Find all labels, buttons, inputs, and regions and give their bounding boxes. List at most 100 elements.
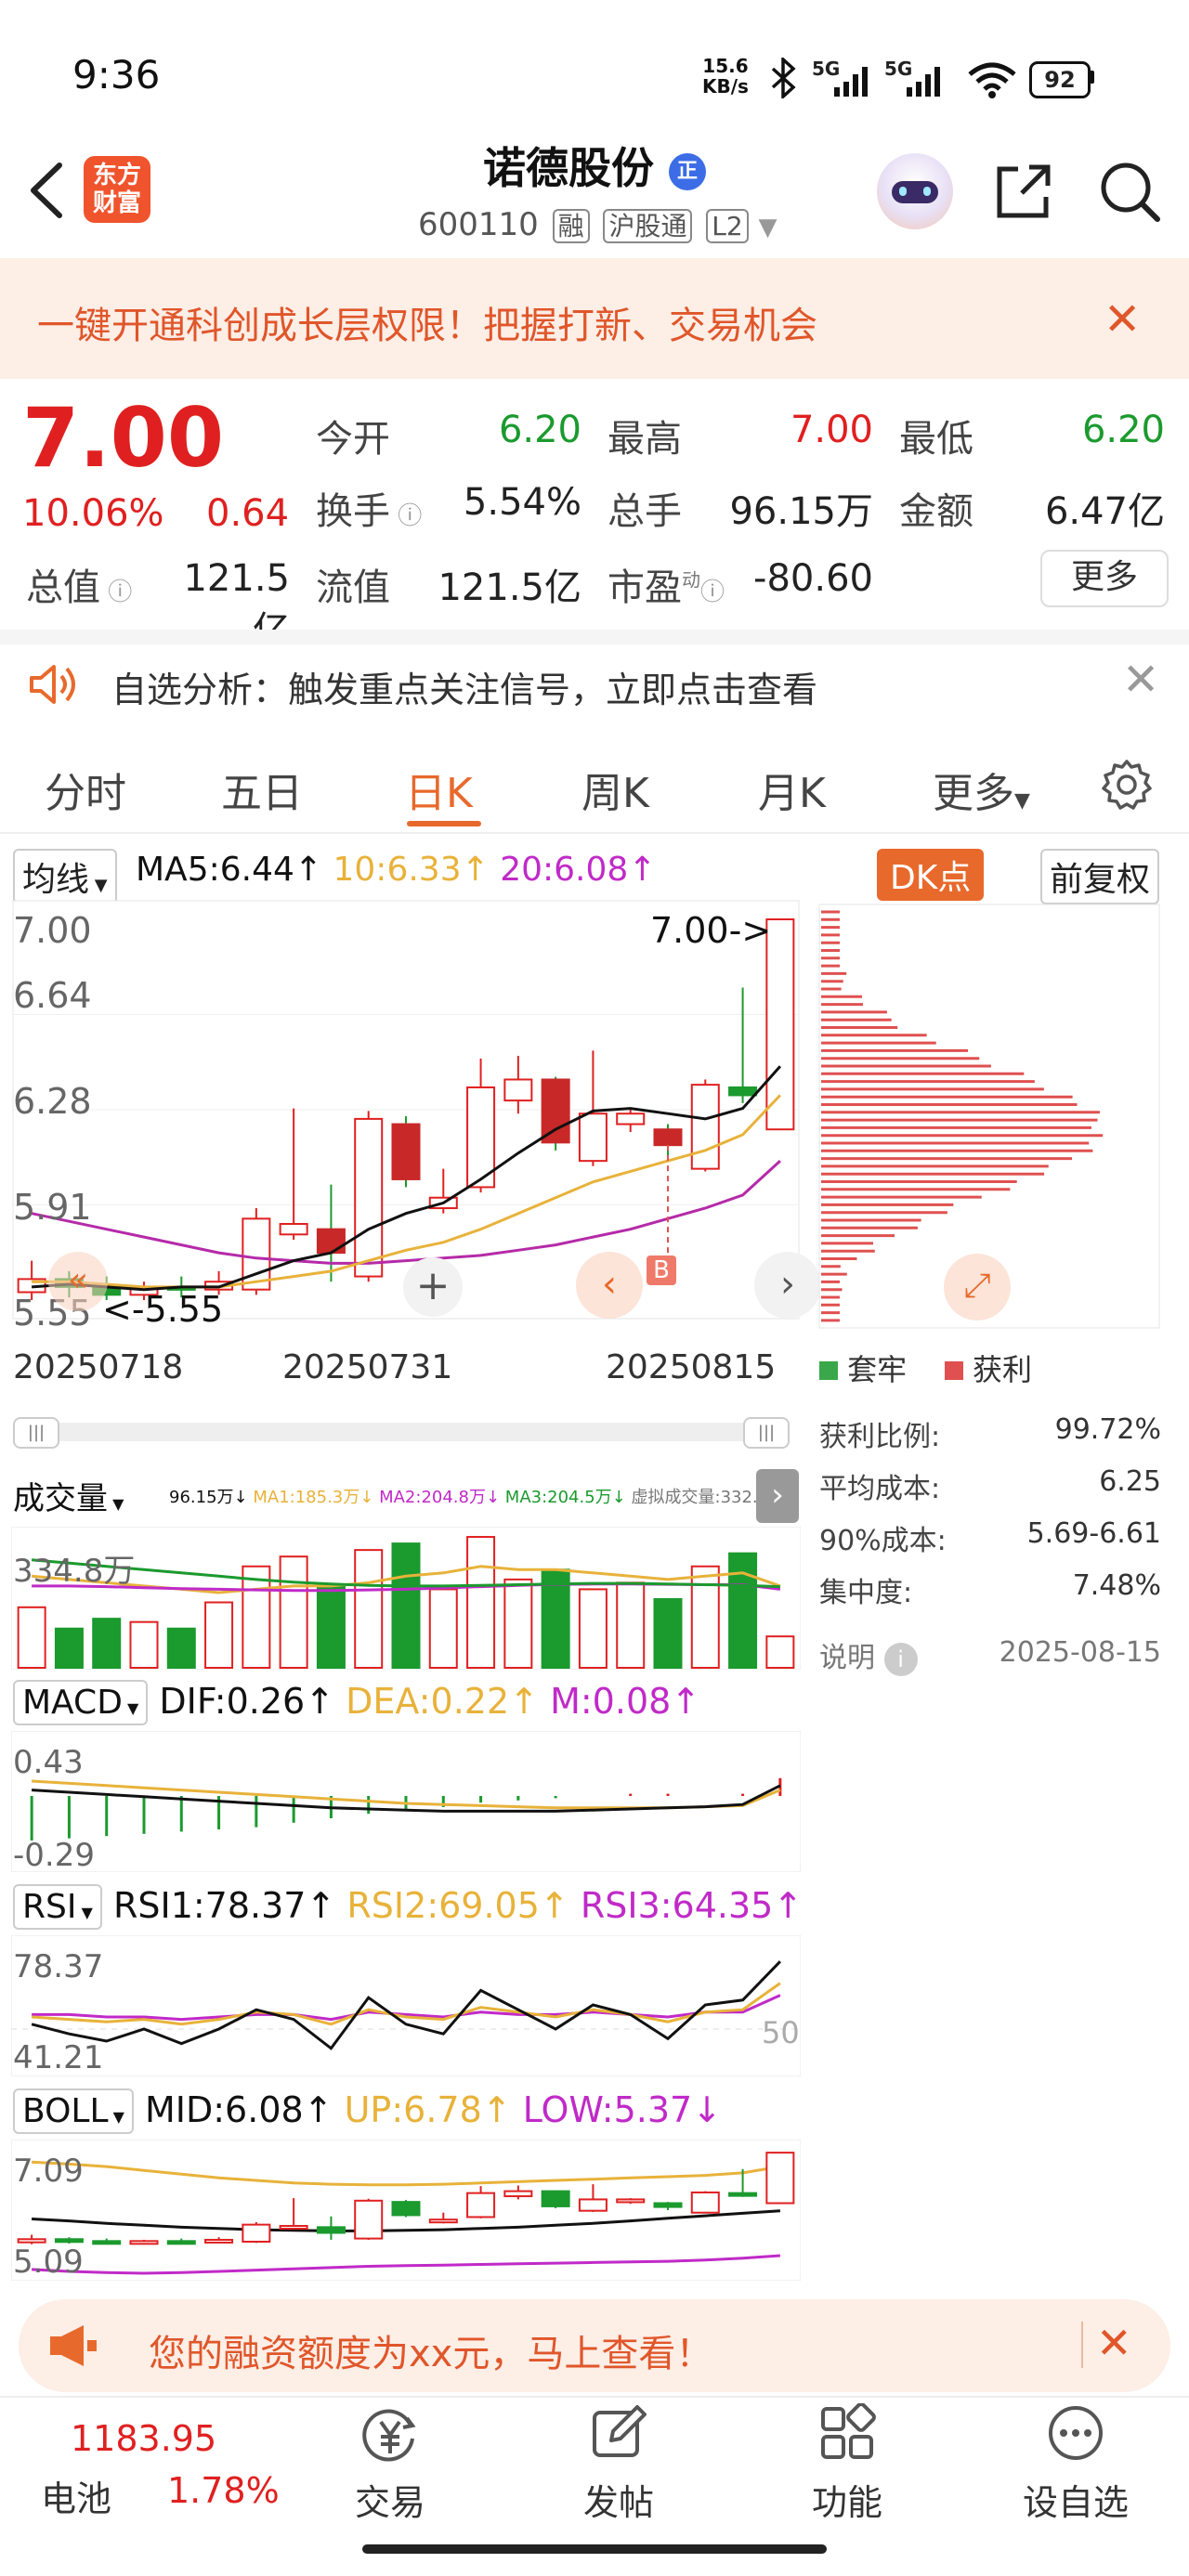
volume-bar	[54, 1627, 84, 1669]
volume-bar	[653, 1598, 683, 1669]
low-value: 6.20	[1081, 409, 1165, 451]
amount-value: 6.47亿	[1044, 490, 1165, 533]
rsi-chart	[11, 1935, 801, 2076]
cost-90-value: 5.69-6.61	[1026, 1517, 1161, 1550]
volume-label: 总手	[608, 490, 682, 533]
explain-link[interactable]: 说明 i	[819, 1634, 918, 1676]
adjust-button[interactable]: 前复权	[1040, 849, 1160, 904]
dk-point-button[interactable]: DK点	[877, 849, 985, 901]
high-label: 最高	[608, 418, 682, 461]
logo-line-1: 东方	[92, 162, 141, 189]
nav-add-watchlist[interactable]: 设自选	[983, 2474, 1169, 2525]
boll-header: BOLL ▼ MID:6.08↑ UP:6.78↑ LOW:5.37↓	[13, 2088, 722, 2134]
wifi-icon	[968, 62, 1016, 98]
boll-candle	[166, 2240, 196, 2245]
trade-yen-icon[interactable]	[360, 2405, 420, 2465]
float-value: 121.5亿	[438, 566, 581, 609]
rsi3-value: RSI3:64.35↑	[580, 1885, 804, 1926]
volume-bar	[129, 1620, 159, 1669]
nav-functions[interactable]: 功能	[754, 2474, 940, 2525]
vol-ma3: MA3:204.5万↓	[504, 1488, 626, 1507]
share-icon[interactable]	[990, 158, 1057, 225]
kline-candle	[316, 1228, 346, 1255]
kline-candle	[653, 1128, 683, 1147]
assistant-avatar-icon[interactable]	[877, 153, 953, 229]
macd-selector[interactable]: MACD ▼	[13, 1680, 149, 1725]
scroll-handle-right[interactable]: |||	[743, 1417, 790, 1449]
chevron-left-icon[interactable]: ‹	[576, 1252, 643, 1319]
kline-candle	[690, 1084, 720, 1170]
low-label: 最低	[899, 418, 973, 461]
chart-scrollbar[interactable]	[13, 1423, 784, 1441]
settings-gear-icon[interactable]	[1100, 758, 1154, 812]
info-icon[interactable]: ⓘ	[390, 502, 422, 530]
volume-values: 96.15万↓ MA1:185.3万↓ MA2:204.8万↓ MA3:204.…	[169, 1484, 785, 1508]
turnover-value: 5.54%	[463, 481, 581, 524]
kline-chart[interactable]	[0, 891, 808, 1328]
rsi2-value: RSI2:69.05↑	[346, 1885, 569, 1926]
open-value: 6.20	[498, 409, 581, 451]
nav-post[interactable]: 发帖	[526, 2474, 712, 2525]
avg-cost-value: 6.25	[1099, 1465, 1161, 1498]
vol-ma1: MA1:185.3万↓	[253, 1488, 374, 1507]
chevron-right-icon[interactable]: ›	[754, 1252, 821, 1319]
more-dots-icon[interactable]	[1046, 2403, 1105, 2463]
concentration-label: 集中度:	[819, 1577, 913, 1609]
dropdown-icon: ▼	[1014, 789, 1030, 813]
tab-intraday[interactable]: 分时	[45, 760, 126, 819]
buy-signal-marker[interactable]: B	[647, 1255, 676, 1285]
kline-candle	[279, 1223, 308, 1236]
date-label-2: 20250731	[282, 1348, 453, 1386]
price-axis-label-2: 6.64	[13, 975, 92, 1016]
profit-ratio-label: 获利比例:	[819, 1421, 941, 1453]
volume-value: 96.15万	[729, 490, 873, 533]
home-indicator[interactable]	[362, 2544, 827, 2554]
info-icon[interactable]: ⓘ	[700, 579, 725, 606]
boll-candle	[279, 2225, 308, 2230]
boll-candle	[354, 2199, 384, 2240]
post-edit-icon[interactable]	[589, 2403, 648, 2463]
signal-icon-2	[907, 67, 940, 97]
financing-ad-text[interactable]: 您的融资额度为xx元，马上查看！	[149, 2323, 712, 2377]
volume-bar	[166, 1627, 196, 1669]
rewind-icon[interactable]: «	[48, 1252, 108, 1311]
close-icon[interactable]: ✕	[1122, 654, 1159, 706]
tab-weekly-k[interactable]: 周K	[581, 760, 649, 819]
battery-icon: 92	[1029, 61, 1091, 98]
crosshair-icon[interactable]: +	[403, 1257, 463, 1317]
legend-profit: 获利	[973, 1352, 1033, 1387]
date-label-1: 20250718	[13, 1348, 184, 1386]
boll-selector[interactable]: BOLL ▼	[13, 2088, 134, 2134]
more-button[interactable]: 更多	[1040, 550, 1169, 607]
chip-legend: 套牢 获利	[819, 1347, 1032, 1389]
info-icon[interactable]: ⓘ	[100, 579, 132, 606]
tab-monthly-k[interactable]: 月K	[758, 760, 826, 819]
chevron-right-icon[interactable]: ›	[756, 1469, 799, 1523]
dropdown-icon[interactable]: ▼	[759, 214, 777, 241]
tab-five-day[interactable]: 五日	[221, 760, 303, 819]
volume-bar	[391, 1542, 421, 1669]
close-icon[interactable]: ✕	[1096, 2318, 1132, 2368]
index-name[interactable]: 电池	[41, 2470, 111, 2521]
rsi-selector[interactable]: RSI ▼	[13, 1884, 102, 1930]
tab-more[interactable]: 更多▼	[933, 760, 1030, 819]
volume-bar	[354, 1549, 384, 1669]
promo-banner-text[interactable]: 一键开通科创成长层权限！把握打新、交易机会	[37, 295, 817, 349]
volume-bar	[503, 1578, 533, 1670]
search-icon[interactable]	[1096, 158, 1163, 225]
volume-selector[interactable]: 成交量 ▼	[13, 1473, 124, 1518]
close-icon[interactable]: ✕	[1104, 293, 1141, 345]
scroll-handle-left[interactable]: |||	[13, 1417, 59, 1449]
index-change[interactable]: 1.78%	[167, 2470, 280, 2511]
nav-trade[interactable]: 交易	[297, 2474, 483, 2525]
boll-candle	[503, 2190, 533, 2198]
back-icon[interactable]	[22, 158, 78, 223]
index-value[interactable]: 1183.95	[71, 2418, 216, 2459]
boll-candle	[616, 2198, 646, 2204]
tab-daily-k[interactable]: 日K	[405, 760, 473, 819]
notice-text[interactable]: 自选分析：触发重点关注信号，立即点击查看	[111, 661, 817, 712]
app-logo[interactable]: 东方 财富	[84, 156, 150, 223]
expand-icon[interactable]: ⤢	[944, 1254, 1011, 1321]
boll-candle	[17, 2238, 46, 2244]
functions-grid-icon[interactable]	[817, 2403, 877, 2463]
